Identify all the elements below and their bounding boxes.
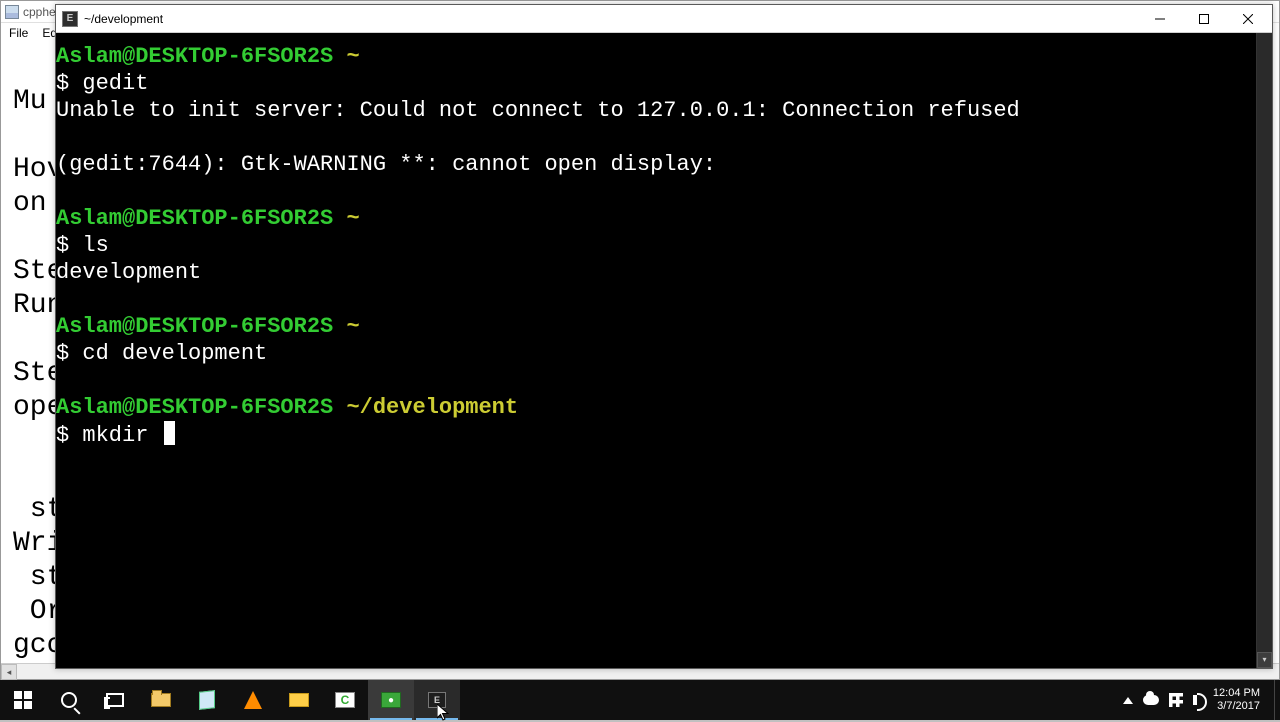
- text-cursor: [164, 421, 175, 445]
- notepad-icon: [5, 5, 19, 19]
- prompt-path: ~/development: [333, 395, 518, 420]
- terminal-output-line: [56, 367, 1272, 394]
- terminal-app-icon: E: [62, 11, 78, 27]
- network-icon[interactable]: [1169, 693, 1183, 707]
- terminal-output-line: [56, 178, 1272, 205]
- taskbar: C ● E 12:04 PM 3/7/2017: [0, 680, 1280, 720]
- vlc-button[interactable]: [230, 680, 276, 720]
- minimize-icon: [1155, 14, 1165, 24]
- prompt-path: ~: [333, 44, 359, 69]
- camtasia-button[interactable]: C: [322, 680, 368, 720]
- terminal-scrollbar[interactable]: ▴ ▾: [1256, 33, 1272, 668]
- taskview-icon: [106, 693, 124, 707]
- taskview-button[interactable]: [92, 680, 138, 720]
- command-text: gedit: [82, 71, 148, 96]
- terminal-scroll-down-button[interactable]: ▾: [1257, 652, 1272, 668]
- start-button[interactable]: [0, 680, 46, 720]
- terminal-taskbar-button[interactable]: E: [414, 680, 460, 720]
- folder-icon: [151, 693, 171, 707]
- camtasia-recorder-button[interactable]: ●: [368, 680, 414, 720]
- search-button[interactable]: [46, 680, 92, 720]
- close-icon: [1243, 14, 1253, 24]
- notepad-scroll-left-button[interactable]: ◂: [1, 664, 17, 680]
- taskbar-clock[interactable]: 12:04 PM 3/7/2017: [1207, 687, 1266, 713]
- terminal-title-text: ~/development: [84, 12, 163, 26]
- terminal-icon: E: [428, 692, 446, 708]
- folder-icon: [289, 693, 309, 707]
- taskbar-left: C ● E: [0, 680, 460, 720]
- taskbar-date: 3/7/2017: [1217, 700, 1260, 713]
- system-tray: 12:04 PM 3/7/2017: [1115, 680, 1274, 720]
- terminal-window: E ~/development Aslam@DESKTOP-6FSOR2S ~$…: [55, 4, 1273, 669]
- maximize-button[interactable]: [1182, 5, 1226, 33]
- terminal-output-line: [56, 124, 1272, 151]
- notepad-taskbar-button[interactable]: [184, 680, 230, 720]
- show-desktop-button[interactable]: [1274, 680, 1280, 720]
- terminal-output-line: development: [56, 259, 1272, 286]
- command-text: ls: [82, 233, 108, 258]
- terminal-output-line: Unable to init server: Could not connect…: [56, 97, 1272, 124]
- prompt-host: Aslam@DESKTOP-6FSOR2S: [56, 314, 333, 339]
- prompt-host: Aslam@DESKTOP-6FSOR2S: [56, 395, 333, 420]
- prompt-host: Aslam@DESKTOP-6FSOR2S: [56, 44, 333, 69]
- recorder-icon: ●: [381, 692, 401, 708]
- terminal-output-line: [56, 286, 1272, 313]
- onedrive-icon[interactable]: [1143, 695, 1159, 705]
- close-button[interactable]: [1226, 5, 1270, 33]
- command-text: cd development: [82, 341, 267, 366]
- vlc-icon: [244, 691, 262, 709]
- taskbar-time: 12:04 PM: [1213, 687, 1260, 700]
- prompt-path: ~: [333, 314, 359, 339]
- minimize-button[interactable]: [1138, 5, 1182, 33]
- command-text: mkdir: [82, 423, 161, 448]
- camtasia-icon: C: [335, 692, 355, 708]
- notepad-icon: [199, 690, 215, 710]
- folder-button[interactable]: [276, 680, 322, 720]
- terminal-body[interactable]: Aslam@DESKTOP-6FSOR2S ~$ geditUnable to …: [56, 33, 1272, 668]
- notepad-menu-file[interactable]: File: [9, 26, 28, 40]
- tray-overflow-icon[interactable]: [1123, 697, 1133, 704]
- terminal-output-line: (gedit:7644): Gtk-WARNING **: cannot ope…: [56, 151, 1272, 178]
- maximize-icon: [1199, 14, 1209, 24]
- prompt-path: ~: [333, 206, 359, 231]
- search-icon: [61, 692, 77, 708]
- windows-start-icon: [14, 691, 32, 709]
- file-explorer-button[interactable]: [138, 680, 184, 720]
- volume-icon[interactable]: [1193, 695, 1197, 705]
- prompt-host: Aslam@DESKTOP-6FSOR2S: [56, 206, 333, 231]
- terminal-titlebar[interactable]: E ~/development: [56, 5, 1272, 33]
